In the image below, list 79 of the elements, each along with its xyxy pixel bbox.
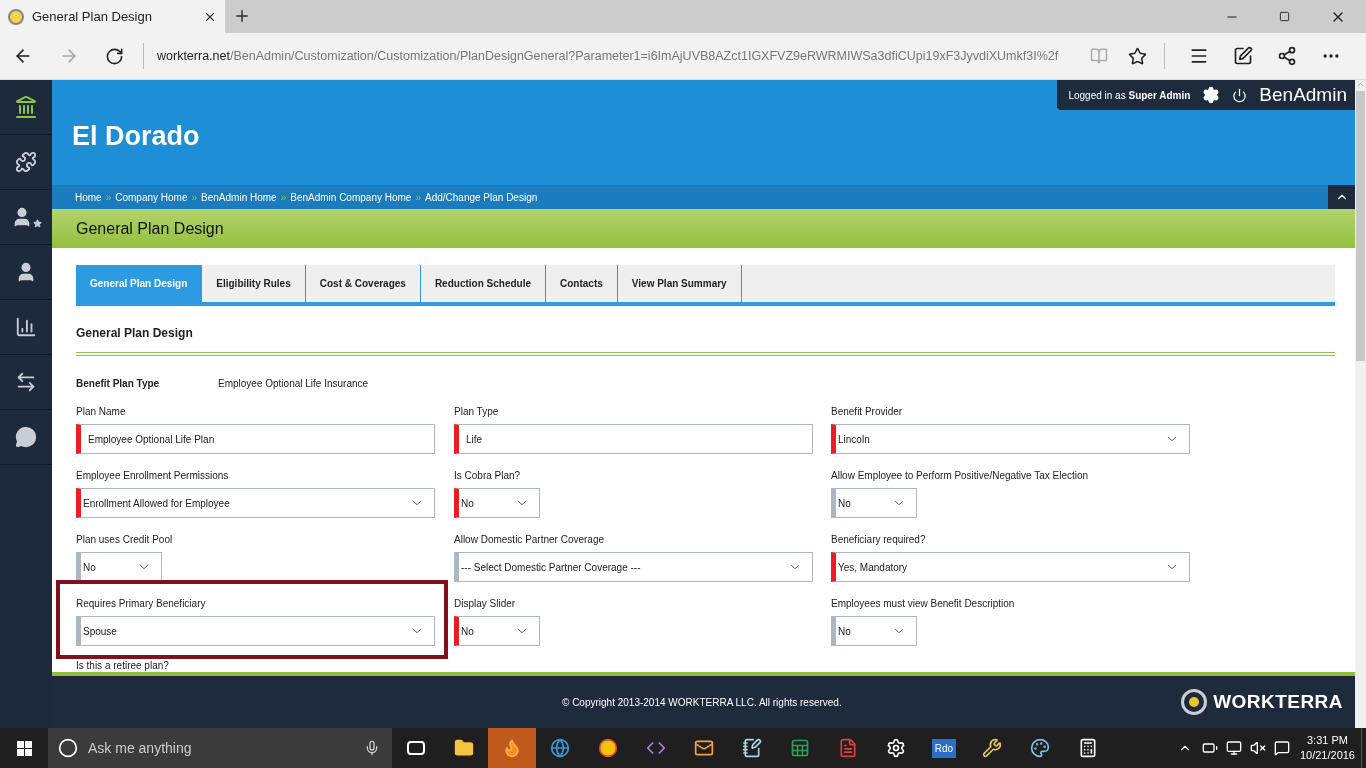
browser-tab[interactable]: General Plan Design xyxy=(0,0,225,33)
field-label: Is Cobra Plan? xyxy=(454,469,522,483)
field-label: Benefit Plan Type xyxy=(76,377,161,391)
breadcrumb-separator: » xyxy=(191,190,198,205)
field-label: Display Slider xyxy=(454,597,517,611)
field-label: Plan Name xyxy=(76,405,127,419)
puzzle-icon[interactable] xyxy=(15,151,37,173)
field-label: Is this a retiree plan? xyxy=(76,660,170,672)
taskbar-app-button[interactable]: Rdo xyxy=(920,728,968,768)
taskbar-clock[interactable]: 3:31 PM 10/21/2016 xyxy=(1299,733,1355,763)
logo-mark-icon xyxy=(1181,689,1208,715)
tab[interactable]: Contacts xyxy=(546,265,618,302)
select-field[interactable]: --- Select Domestic Partner Coverage --- xyxy=(454,552,813,582)
field-value: Employee Optional Life Insurance xyxy=(218,377,369,391)
power-icon[interactable] xyxy=(1232,87,1248,103)
refresh-icon[interactable] xyxy=(105,46,124,66)
logo-text: WORKTERRA xyxy=(1213,689,1343,714)
text-field[interactable]: Employee Optional Life Plan xyxy=(76,424,435,454)
select-field[interactable]: No xyxy=(76,552,162,582)
swap-arrows-icon[interactable] xyxy=(15,371,37,393)
home-icon[interactable] xyxy=(14,95,38,119)
company-name: El Dorado xyxy=(72,120,200,153)
breadcrumb-link[interactable]: Add/Change Plan Design xyxy=(424,189,538,205)
cortana-circle-icon xyxy=(58,738,78,758)
breadcrumb-link[interactable]: BenAdmin Company Home xyxy=(290,189,412,205)
select-field[interactable]: Spouse xyxy=(76,616,435,646)
tab[interactable]: Cost & Coverages xyxy=(305,265,421,302)
microphone-icon[interactable] xyxy=(364,740,380,756)
battery-icon[interactable] xyxy=(1201,740,1218,756)
select-field[interactable]: Enrollment Allowed for Employee xyxy=(76,488,435,518)
breadcrumb-separator: » xyxy=(105,190,112,205)
select-field[interactable]: No xyxy=(831,616,917,646)
field-label: Allow Employee to Perform Positive/Negative Tax Election xyxy=(831,469,1090,483)
tab[interactable]: Eligibility Rules xyxy=(202,265,306,302)
breadcrumb-separator: » xyxy=(415,190,421,205)
breadcrumb-separator: » xyxy=(280,190,287,205)
breadcrumb-link[interactable]: Home xyxy=(75,189,102,205)
field-label: Allow Domestic Partner Coverage xyxy=(454,533,606,547)
breadcrumb-link[interactable]: Company Home xyxy=(115,189,188,205)
field-label: Plan Type xyxy=(454,405,500,419)
section-title: General Plan Design xyxy=(76,325,194,342)
collapse-button[interactable] xyxy=(1328,185,1355,209)
scrollbar[interactable] xyxy=(1355,80,1366,728)
site-favicon-icon xyxy=(8,8,24,25)
text-field[interactable]: Life xyxy=(454,424,813,454)
field-label: Employees must view Benefit Description xyxy=(831,597,1016,611)
breadcrumb-link[interactable]: BenAdmin Home xyxy=(201,189,277,205)
tab[interactable]: Reduction Schedule xyxy=(420,265,546,302)
select-field[interactable]: No xyxy=(454,488,540,518)
search-field[interactable]: Ask me anything xyxy=(48,728,392,768)
chat-icon[interactable] xyxy=(15,426,37,448)
app-name: BenAdmin xyxy=(1259,82,1347,107)
hub-icon[interactable] xyxy=(1189,46,1209,66)
select-field[interactable]: Yes, Mandatory xyxy=(831,552,1190,582)
select-field[interactable]: Lincoln xyxy=(831,424,1190,454)
network-icon[interactable] xyxy=(1225,740,1242,756)
tab[interactable]: View Plan Summary xyxy=(617,265,742,302)
copyright-text: © Copyright 2013-2014 WORKTERRA LLC. All rights reserved. xyxy=(562,695,842,710)
field-label: Benefit Provider xyxy=(831,405,904,419)
select-field[interactable]: No xyxy=(831,488,917,518)
share-icon[interactable] xyxy=(1277,46,1297,66)
windows-logo-icon xyxy=(16,740,32,756)
login-text: Logged in as Super Admin xyxy=(1068,88,1191,103)
tab-title: General Plan Design xyxy=(32,7,153,26)
notifications-icon[interactable] xyxy=(1273,740,1290,756)
select-field[interactable]: No xyxy=(454,616,540,646)
note-pen-icon[interactable] xyxy=(1233,46,1253,66)
new-tab-icon[interactable] xyxy=(233,7,251,25)
field-label: Plan uses Credit Pool xyxy=(76,533,174,547)
muted-speaker-icon[interactable] xyxy=(1249,740,1266,756)
settings-icon[interactable] xyxy=(1202,86,1221,104)
maximize-icon[interactable] xyxy=(1279,11,1290,22)
chart-icon[interactable] xyxy=(15,316,37,338)
field-label: Requires Primary Beneficiary xyxy=(76,597,207,611)
task-view-frame-icon xyxy=(407,741,425,755)
favorite-star-icon[interactable] xyxy=(1128,46,1147,66)
field-label: Employee Enrollment Permissions xyxy=(76,469,230,483)
page-title: General Plan Design xyxy=(76,218,224,239)
field-label: Beneficiary required? xyxy=(831,533,927,547)
